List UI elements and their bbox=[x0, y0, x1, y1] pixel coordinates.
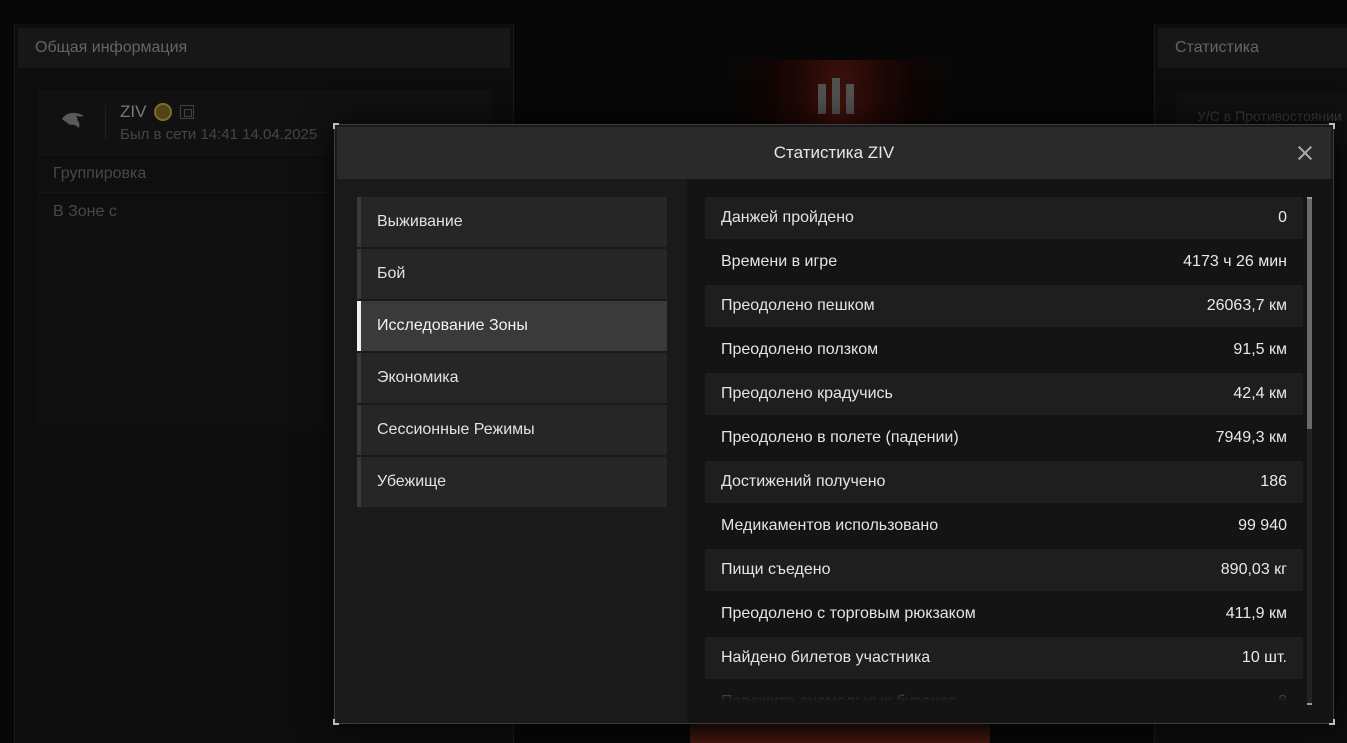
stat-row: Преодолено в полете (падении) 7949,3 км bbox=[705, 417, 1303, 459]
category-session-modes[interactable]: Сессионные Режимы bbox=[357, 405, 667, 455]
stat-value: 42,4 км bbox=[1233, 385, 1287, 402]
stats-list[interactable]: Данжей пройдено 0 Времени в игре 4173 ч 26 … bbox=[705, 197, 1303, 705]
stat-row: Преодолено крадучись 42,4 км bbox=[705, 373, 1303, 415]
modal-title: Статистика ZIV bbox=[773, 143, 895, 162]
category-economy[interactable]: Экономика bbox=[357, 353, 667, 403]
stat-row: Медикаментов использовано 99 940 bbox=[705, 505, 1303, 547]
category-list: Выживание Бой Исследование Зоны Экономик… bbox=[357, 197, 667, 509]
stat-row: Данжей пройдено 0 bbox=[705, 197, 1303, 239]
stat-label: Медикаментов использовано bbox=[721, 517, 939, 534]
modal-header: Статистика ZIV bbox=[337, 127, 1331, 179]
player-stats-modal: Статистика ZIV Выживание Бой Исследовани… bbox=[333, 123, 1335, 725]
stat-row: Преодолено с торговым рюкзаком 411,9 км bbox=[705, 593, 1303, 635]
category-combat[interactable]: Бой bbox=[357, 249, 667, 299]
category-zone-exploration[interactable]: Исследование Зоны bbox=[357, 301, 667, 351]
stat-value: 7949,3 км bbox=[1215, 429, 1287, 446]
stat-row: Преодолено пешком 26063,7 км bbox=[705, 285, 1303, 327]
stat-label: Преодолено крадучись bbox=[721, 385, 893, 402]
scrollbar-thumb[interactable] bbox=[1307, 197, 1312, 429]
stat-label: Преодолено ползком bbox=[721, 341, 879, 358]
stat-label: Преодолено в полете (падении) bbox=[721, 429, 959, 446]
category-sidebar: Выживание Бой Исследование Зоны Экономик… bbox=[335, 179, 685, 723]
stat-row: Достижений получено 186 bbox=[705, 461, 1303, 503]
stat-value: 91,5 км bbox=[1233, 341, 1287, 358]
stat-value: 411,9 км bbox=[1225, 605, 1287, 622]
stat-value: 4173 ч 26 мин bbox=[1183, 253, 1287, 270]
stat-label: Найдено билетов участника bbox=[721, 649, 931, 666]
stat-row: Преодолено ползком 91,5 км bbox=[705, 329, 1303, 371]
stat-label: Времени в игре bbox=[721, 253, 838, 270]
stat-label: Пищи съедено bbox=[721, 561, 831, 578]
stat-value: 890,03 кг bbox=[1220, 561, 1287, 578]
stat-label: Данжей пройдено bbox=[721, 209, 854, 226]
stat-label: Преодолено с торговым рюкзаком bbox=[721, 605, 976, 622]
close-icon[interactable] bbox=[1295, 143, 1315, 163]
stat-value: 186 bbox=[1260, 473, 1287, 490]
stat-value: 99 940 bbox=[1238, 517, 1287, 534]
category-survival[interactable]: Выживание bbox=[357, 197, 667, 247]
stat-row: Пищи съедено 890,03 кг bbox=[705, 549, 1303, 591]
stat-value: 10 шт. bbox=[1241, 649, 1287, 666]
category-shelter[interactable]: Убежище bbox=[357, 457, 667, 507]
stat-label: Преодолено пешком bbox=[721, 297, 875, 314]
stat-value: 26063,7 км bbox=[1206, 297, 1287, 314]
stat-row: Найдено билетов участника 10 шт. bbox=[705, 637, 1303, 679]
modal-body: Выживание Бой Исследование Зоны Экономик… bbox=[335, 179, 1333, 723]
stat-row: Времени в игре 4173 ч 26 мин bbox=[705, 241, 1303, 283]
stats-scrollbar[interactable] bbox=[1307, 197, 1312, 705]
stats-content: Данжей пройдено 0 Времени в игре 4173 ч 26 … bbox=[687, 179, 1333, 723]
stat-label: Достижений получено bbox=[721, 473, 886, 490]
stat-value: 0 bbox=[1278, 209, 1287, 226]
